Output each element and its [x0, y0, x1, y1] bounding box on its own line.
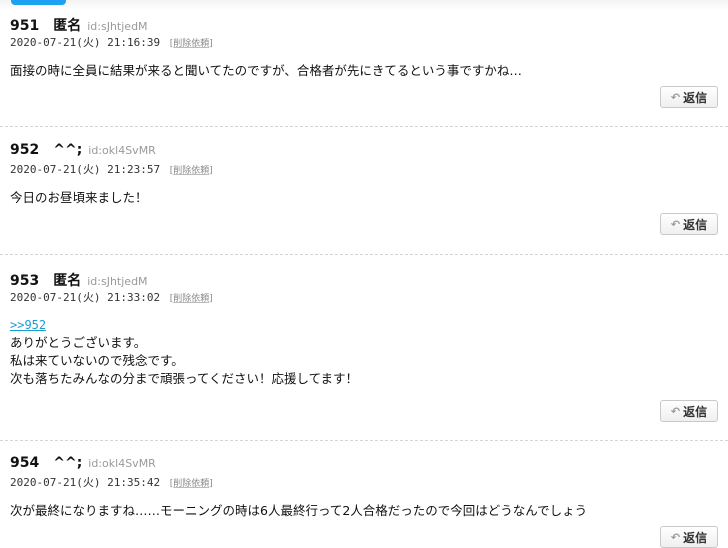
post-datetime: 2020-07-21(火) 21:33:02: [10, 291, 161, 304]
post-divider: [0, 254, 728, 255]
top-bar-shadow: [0, 0, 728, 10]
poster-id: id:sJhtjedM: [87, 20, 148, 33]
post-header: 952 ^^; id:okl4SvMR: [10, 142, 156, 162]
post-number: 953: [10, 273, 40, 289]
post-meta: 2020-07-21(火) 21:35:42 [削除依頼]: [10, 474, 213, 490]
top-bar: [0, 0, 728, 11]
post-body: 面接の時に全員に結果が来ると聞いてたのですが、合格者が先にきてるという事ですかね…: [10, 62, 522, 80]
reply-arrow-icon: ↶: [670, 90, 681, 104]
reply-button[interactable]: ↶ 返信: [660, 526, 718, 548]
poster-id: id:sJhtjedM: [87, 275, 148, 288]
report-link[interactable]: [削除依頼]: [170, 39, 213, 49]
poster-id: id:okl4SvMR: [88, 144, 156, 157]
post-datetime: 2020-07-21(火) 21:23:57: [10, 163, 161, 176]
report-link-label[interactable]: 削除依頼: [173, 294, 209, 304]
post-datetime: 2020-07-21(火) 21:35:42: [10, 476, 161, 489]
reply-arrow-icon: ↶: [670, 217, 681, 231]
report-link-label[interactable]: 削除依頼: [173, 39, 209, 49]
reply-arrow-icon: ↶: [670, 404, 681, 418]
post-line: 次が最終になりますね……モーニングの時は6人最終行って2人合格だったので今回はど…: [10, 503, 588, 518]
reply-anchor-link[interactable]: >>952: [10, 318, 46, 332]
post-954: 954 ^^; id:okl4SvMR 2020-07-21(火) 21:35:…: [0, 455, 728, 548]
post-line: ありがとうございます。: [10, 335, 147, 350]
poster-id: id:okl4SvMR: [88, 457, 156, 470]
post-header: 954 ^^; id:okl4SvMR: [10, 455, 156, 475]
post-divider: [0, 126, 728, 127]
reply-button-label: 返信: [683, 530, 708, 545]
post-line: 面接の時に全員に結果が来ると聞いてたのですが、合格者が先にきてるという事ですかね…: [10, 63, 522, 78]
post-952: 952 ^^; id:okl4SvMR 2020-07-21(火) 21:23:…: [0, 142, 728, 255]
post-953: 953 匿名 id:sJhtjedM 2020-07-21(火) 21:33:0…: [0, 270, 728, 441]
post-number: 952: [10, 142, 40, 158]
reply-button-label: 返信: [683, 90, 708, 105]
post-divider: [0, 440, 728, 441]
post-line: 今日のお昼頃来ました！: [10, 190, 148, 205]
top-tab-indicator: [11, 0, 66, 5]
post-meta: 2020-07-21(火) 21:16:39 [削除依頼]: [10, 34, 213, 50]
post-line: 私は来ていないので残念です。: [10, 353, 184, 368]
reply-button-label: 返信: [683, 404, 708, 419]
reply-button[interactable]: ↶ 返信: [660, 213, 718, 235]
post-number: 951: [10, 18, 40, 34]
post-meta: 2020-07-21(火) 21:33:02 [削除依頼]: [10, 289, 213, 305]
report-link-label[interactable]: 削除依頼: [173, 166, 209, 176]
post-951: 951 匿名 id:sJhtjedM 2020-07-21(火) 21:16:3…: [0, 15, 728, 127]
post-header: 953 匿名 id:sJhtjedM: [10, 270, 148, 290]
reply-button[interactable]: ↶ 返信: [660, 400, 718, 422]
reply-button-label: 返信: [683, 217, 708, 232]
poster-name: ^^;: [53, 455, 83, 471]
post-number: 954: [10, 455, 40, 471]
post-body: 今日のお昼頃来ました！: [10, 189, 148, 207]
post-body: 次が最終になりますね……モーニングの時は6人最終行って2人合格だったので今回はど…: [10, 502, 587, 520]
poster-name: 匿名: [53, 18, 82, 34]
report-link[interactable]: [削除依頼]: [170, 166, 213, 176]
poster-name: 匿名: [53, 273, 82, 289]
post-datetime: 2020-07-21(火) 21:16:39: [10, 36, 161, 49]
post-line: 次も落ちたみんなの分まで頑張ってください！応援してます！: [10, 371, 359, 386]
poster-name: ^^;: [53, 142, 83, 158]
report-link[interactable]: [削除依頼]: [170, 294, 213, 304]
reply-button[interactable]: ↶ 返信: [660, 86, 718, 108]
post-header: 951 匿名 id:sJhtjedM: [10, 15, 148, 35]
post-body: >>952 ありがとうございます。 私は来ていないので残念です。 次も落ちたみん…: [10, 316, 358, 388]
report-link-label[interactable]: 削除依頼: [173, 479, 209, 489]
reply-arrow-icon: ↶: [670, 530, 681, 544]
post-meta: 2020-07-21(火) 21:23:57 [削除依頼]: [10, 161, 213, 177]
report-link[interactable]: [削除依頼]: [170, 479, 213, 489]
